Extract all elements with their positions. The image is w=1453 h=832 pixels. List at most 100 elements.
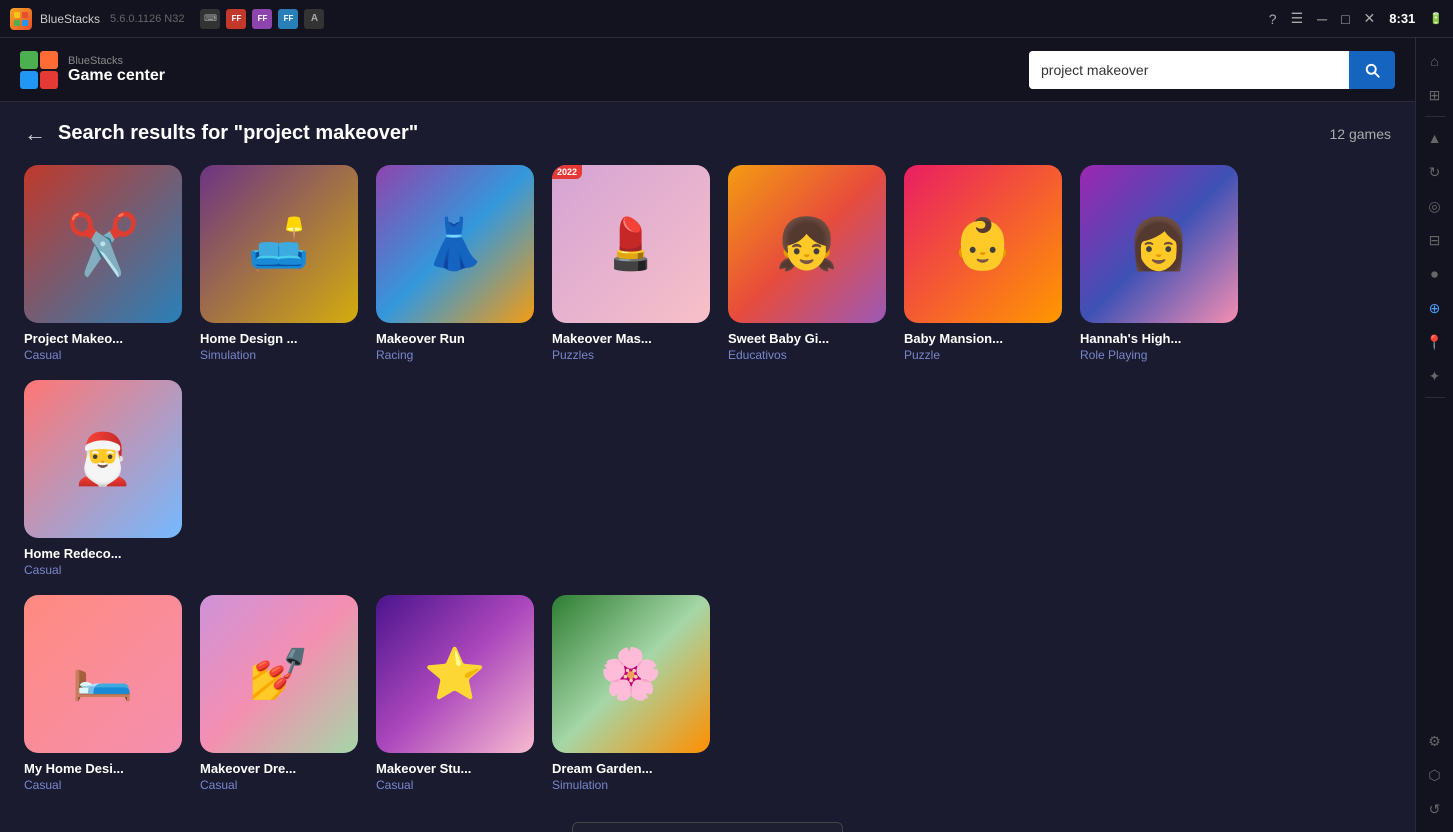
- rail-divider-2: [1425, 397, 1445, 398]
- game-card-3[interactable]: 👗 Makeover Run Racing: [376, 165, 534, 362]
- rail-icon-grid2[interactable]: ⊟: [1420, 225, 1450, 255]
- main-content: BlueStacks Game center ← Search results …: [0, 38, 1415, 832]
- search-icon: [1363, 61, 1381, 79]
- game-genre-2: Simulation: [200, 348, 358, 362]
- app-header: BlueStacks Game center: [0, 38, 1415, 102]
- a-icon[interactable]: A: [304, 9, 324, 29]
- title-query: "project makeover": [234, 122, 419, 144]
- game-card-10[interactable]: 💅 Makeover Dre... Casual: [200, 595, 358, 792]
- game-thumbnail-10: 💅: [200, 595, 358, 753]
- app-logo: [10, 8, 32, 30]
- page-header: ← Search results for "project makeover" …: [24, 122, 1391, 145]
- game-thumbnail-6: 👶: [904, 165, 1062, 323]
- minimize-icon[interactable]: ─: [1317, 11, 1327, 27]
- brand-name: BlueStacks: [68, 55, 165, 67]
- back-button[interactable]: ←: [24, 123, 46, 145]
- game-card-12[interactable]: 🌸 Dream Garden... Simulation: [552, 595, 710, 792]
- game-thumbnail-11: ⭐: [376, 595, 534, 753]
- game-genre-5: Educativos: [728, 348, 886, 362]
- rail-icon-target[interactable]: ◎: [1420, 191, 1450, 221]
- game-genre-6: Puzzle: [904, 348, 1062, 362]
- games-grid-row2: 🛏️ My Home Desi... Casual 💅 Makeover Dre…: [24, 595, 1391, 792]
- game-thumbnail-7: 👩: [1080, 165, 1238, 323]
- game-genre-12: Simulation: [552, 778, 710, 792]
- game-name-12: Dream Garden...: [552, 761, 710, 776]
- content-area: ← Search results for "project makeover" …: [0, 102, 1415, 832]
- game-thumbnail-12: 🌸: [552, 595, 710, 753]
- game-thumbnail-8: 🎅: [24, 380, 182, 538]
- game-card-5[interactable]: 👧 Sweet Baby Gi... Educativos: [728, 165, 886, 362]
- game-card-11[interactable]: ⭐ Makeover Stu... Casual: [376, 595, 534, 792]
- game-card-1[interactable]: ✂️ Project Makeo... Casual: [24, 165, 182, 362]
- rail-bottom: ⚙ ⬡ ↺: [1420, 726, 1450, 824]
- search-button[interactable]: [1349, 51, 1395, 89]
- game-card-7[interactable]: 👩 Hannah's High... Role Playing: [1080, 165, 1238, 362]
- ff-icon-3[interactable]: FF: [278, 9, 298, 29]
- app-name: BlueStacks: [40, 12, 100, 26]
- game-genre-7: Role Playing: [1080, 348, 1238, 362]
- rail-icon-record[interactable]: ⏺: [1420, 259, 1450, 289]
- menu-icon[interactable]: ☰: [1291, 10, 1304, 27]
- game-genre-9: Casual: [24, 778, 182, 792]
- game-thumbnail-9: 🛏️: [24, 595, 182, 753]
- logo-green: [20, 51, 38, 69]
- logo-blue: [20, 71, 38, 89]
- game-name-2: Home Design ...: [200, 331, 358, 346]
- ff-icon-1[interactable]: FF: [226, 9, 246, 29]
- side-rail: ⌂ ⊞ ▲ ↻ ◎ ⊟ ⏺ ⊕ 📍 ✦ ⚙ ⬡ ↺: [1415, 38, 1453, 832]
- game-name-5: Sweet Baby Gi...: [728, 331, 886, 346]
- top-bar: BlueStacks 5.6.0.1126 N32 ⌨ FF FF FF A ?…: [0, 0, 1453, 38]
- game-genre-4: Puzzles: [552, 348, 710, 362]
- logo-section: BlueStacks Game center: [20, 51, 165, 89]
- search-input[interactable]: [1029, 51, 1349, 89]
- maximize-icon[interactable]: □: [1341, 11, 1349, 27]
- top-bar-right: ? ☰ ─ □ ✕ 8:31 🔋: [1269, 10, 1443, 27]
- game-card-6[interactable]: 👶 Baby Mansion... Puzzle: [904, 165, 1062, 362]
- results-count: 12 games: [1330, 126, 1391, 142]
- clock: 8:31: [1389, 11, 1415, 26]
- rail-icon-rotate[interactable]: ↺: [1420, 794, 1450, 824]
- rail-icon-settings[interactable]: ⚙: [1420, 726, 1450, 756]
- brand-title: Game center: [68, 67, 165, 85]
- game-thumbnail-1: ✂️: [24, 165, 182, 323]
- game-name-4: Makeover Mas...: [552, 331, 710, 346]
- game-thumbnail-2: 🛋️: [200, 165, 358, 323]
- logo-red: [40, 71, 58, 89]
- game-genre-11: Casual: [376, 778, 534, 792]
- rail-icon-loc[interactable]: 📍: [1420, 327, 1450, 357]
- rail-icon-refresh[interactable]: ↻: [1420, 157, 1450, 187]
- logo-icons: [20, 51, 58, 89]
- game-card-8[interactable]: 🎅 Home Redeco... Casual: [24, 380, 182, 577]
- games-grid: ✂️ Project Makeo... Casual 🛋️ Home Desig…: [24, 165, 1391, 577]
- app-version: 5.6.0.1126 N32: [110, 13, 184, 25]
- help-icon[interactable]: ?: [1269, 11, 1277, 27]
- game-name-7: Hannah's High...: [1080, 331, 1238, 346]
- keyboard-icon[interactable]: ⌨: [200, 9, 220, 29]
- rail-icon-home[interactable]: ⌂: [1420, 46, 1450, 76]
- logo-orange: [40, 51, 58, 69]
- toolbar-icons: ⌨ FF FF FF A: [200, 9, 324, 29]
- game-card-4[interactable]: 💄 2022 Makeover Mas... Puzzles: [552, 165, 710, 362]
- game-name-10: Makeover Dre...: [200, 761, 358, 776]
- game-card-9[interactable]: 🛏️ My Home Desi... Casual: [24, 595, 182, 792]
- rail-icon-expand[interactable]: ⬡: [1420, 760, 1450, 790]
- ff-icon-2[interactable]: FF: [252, 9, 272, 29]
- logo-row-bottom: [20, 71, 58, 89]
- game-name-9: My Home Desi...: [24, 761, 182, 776]
- rail-icon-star[interactable]: ✦: [1420, 361, 1450, 391]
- rail-icon-grid[interactable]: ⊞: [1420, 80, 1450, 110]
- game-name-6: Baby Mansion...: [904, 331, 1062, 346]
- rail-icon-search[interactable]: ⊕: [1420, 293, 1450, 323]
- game-card-2[interactable]: 🛋️ Home Design ... Simulation: [200, 165, 358, 362]
- search-section: [1029, 51, 1395, 89]
- close-icon[interactable]: ✕: [1364, 10, 1376, 27]
- brand: BlueStacks Game center: [68, 55, 165, 85]
- game-name-1: Project Makeo...: [24, 331, 182, 346]
- game-genre-8: Casual: [24, 563, 182, 577]
- game-name-11: Makeover Stu...: [376, 761, 534, 776]
- rail-icon-up[interactable]: ▲: [1420, 123, 1450, 153]
- google-play-section: Search in Google Play: [24, 822, 1391, 832]
- game-genre-3: Racing: [376, 348, 534, 362]
- logo-row-top: [20, 51, 58, 69]
- google-play-button[interactable]: Search in Google Play: [572, 822, 843, 832]
